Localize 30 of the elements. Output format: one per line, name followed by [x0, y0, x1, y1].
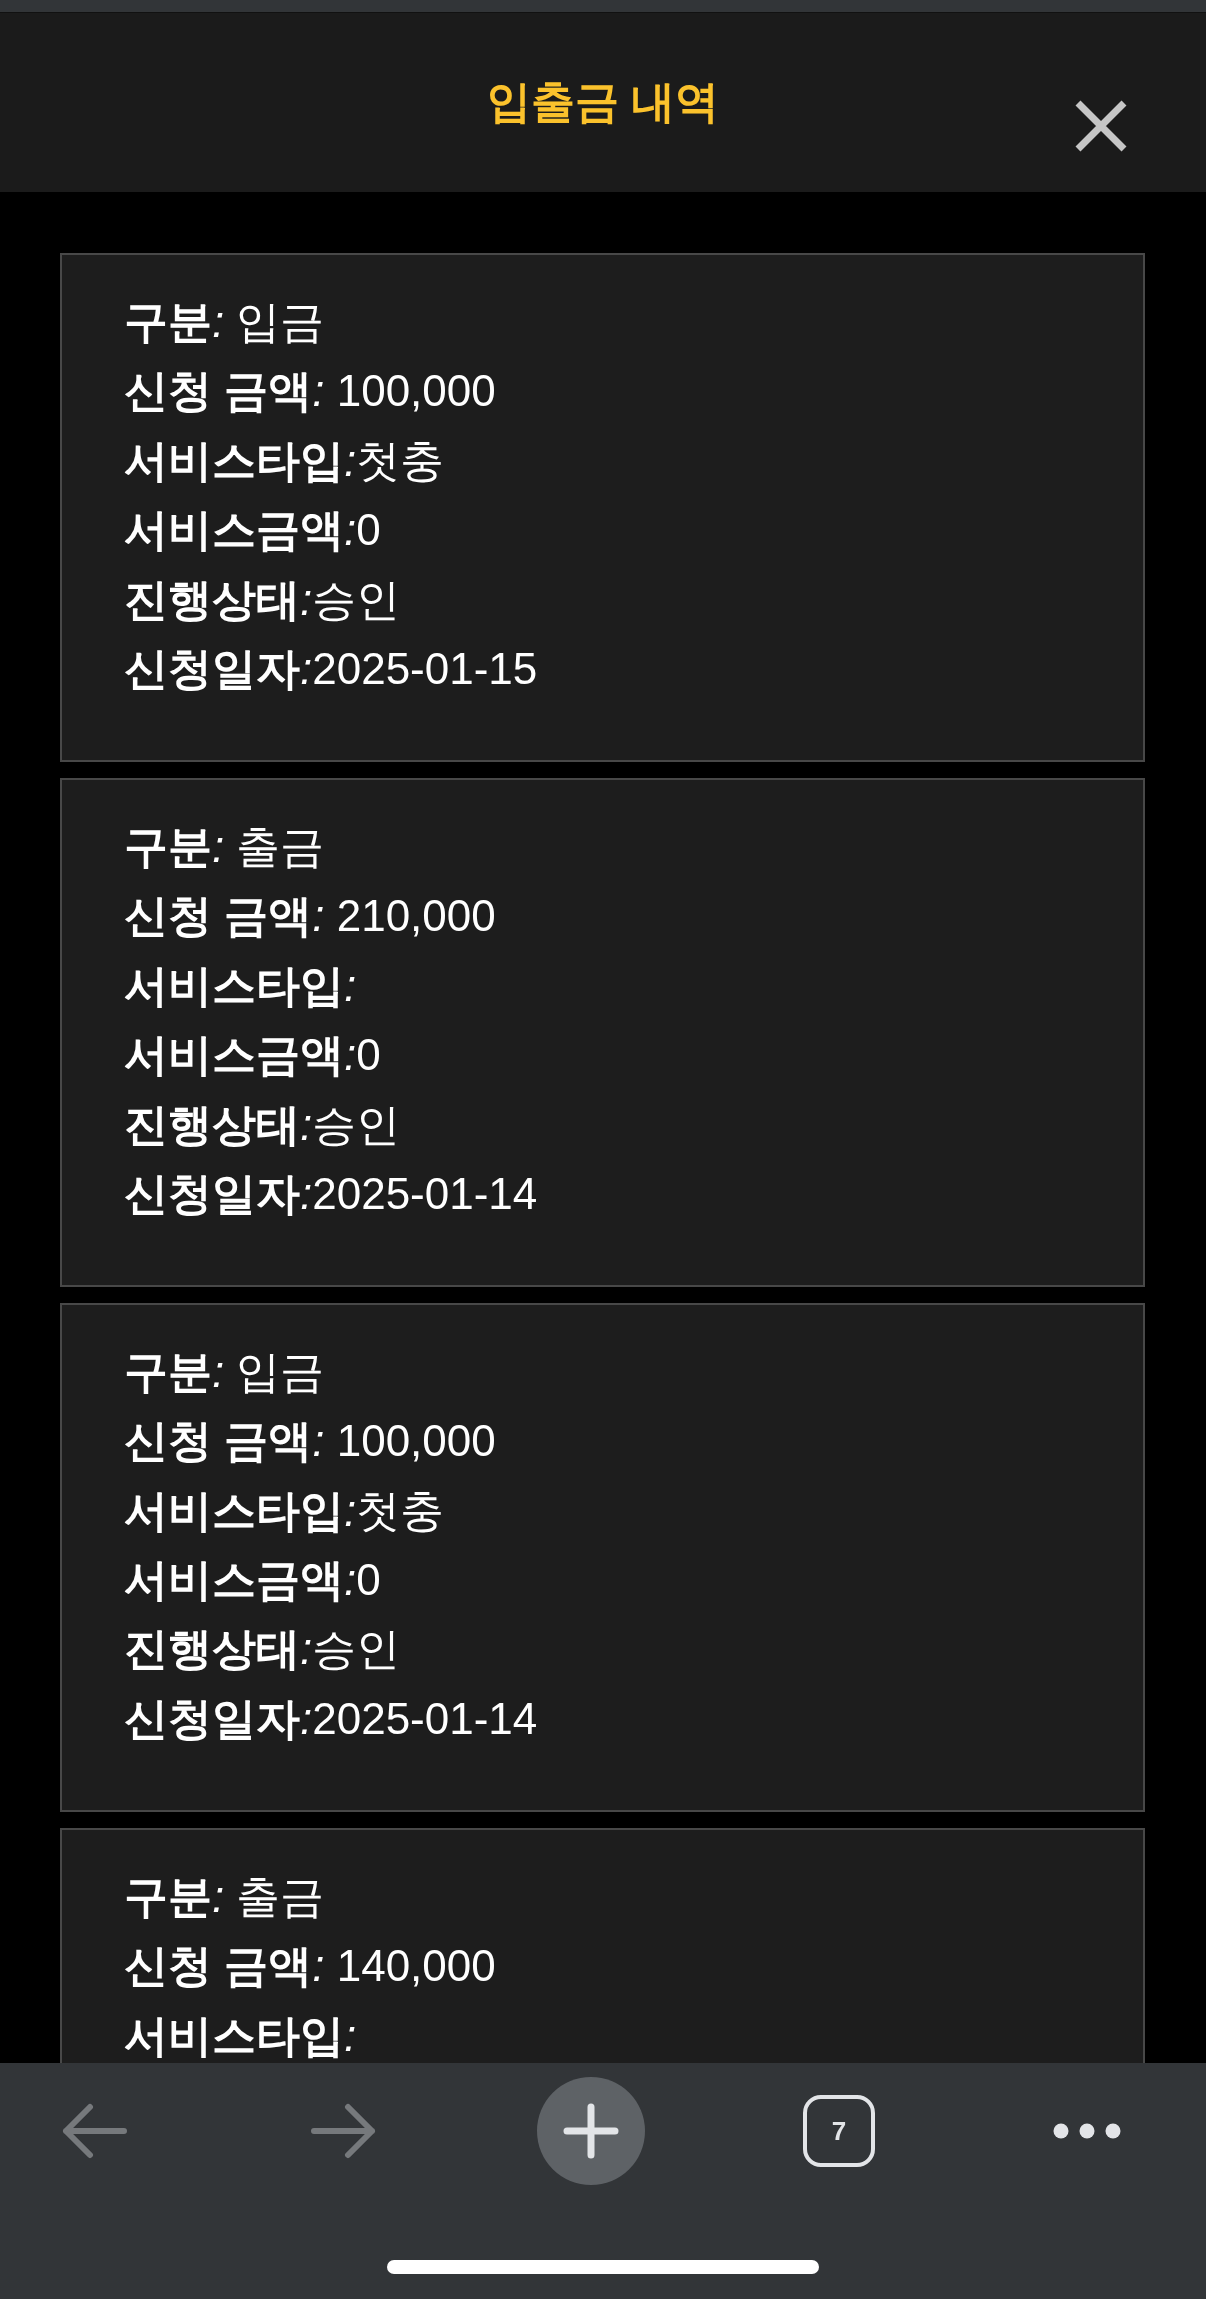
- record-field: 신청 금액: 100,000: [124, 1415, 496, 1468]
- record-field: 구분: 입금: [124, 296, 325, 348]
- more-icon: [1053, 2123, 1121, 2139]
- record-field: 진행상태:승인: [124, 1623, 401, 1676]
- record-field: 구분: 출금: [124, 1870, 325, 1923]
- arrow-left-icon: [62, 2103, 128, 2159]
- record-field: 진행상태:승인: [124, 573, 401, 626]
- record-field: 구분: 입금: [124, 1345, 325, 1398]
- page-title: 입출금 내역: [486, 76, 720, 128]
- arrow-right-icon: [310, 2103, 376, 2159]
- tabs-button[interactable]: 7: [803, 2095, 875, 2167]
- record-field: 진행상태:승인: [124, 1098, 401, 1151]
- record-field: 서비스타입:첫충: [124, 434, 445, 487]
- record-field: 서비스금액:0: [124, 1029, 381, 1082]
- record-field: 신청 금액: 210,000: [124, 890, 496, 943]
- record-field: 신청 금액: 140,000: [124, 1940, 496, 1993]
- record-field: 구분: 출금: [124, 820, 325, 873]
- record-field: 서비스금액:0: [124, 504, 381, 557]
- close-button[interactable]: [1075, 100, 1127, 152]
- record-field: 서비스타입:: [124, 959, 357, 1012]
- record-field: 서비스금액:0: [124, 1554, 381, 1607]
- record-field: 신청일자:2025-01-15: [124, 642, 538, 695]
- record-field: 서비스타입:첫충: [124, 1484, 445, 1537]
- record-field: 신청일자:2025-01-14: [124, 1167, 538, 1220]
- record-field: 서비스타입:: [124, 2009, 357, 2062]
- close-icon: [1075, 100, 1127, 152]
- record-field: 신청일자:2025-01-14: [124, 1692, 538, 1745]
- more-button[interactable]: [1053, 2123, 1121, 2139]
- record-field: 신청 금액: 100,000: [124, 365, 496, 418]
- plus-icon: [563, 2103, 619, 2159]
